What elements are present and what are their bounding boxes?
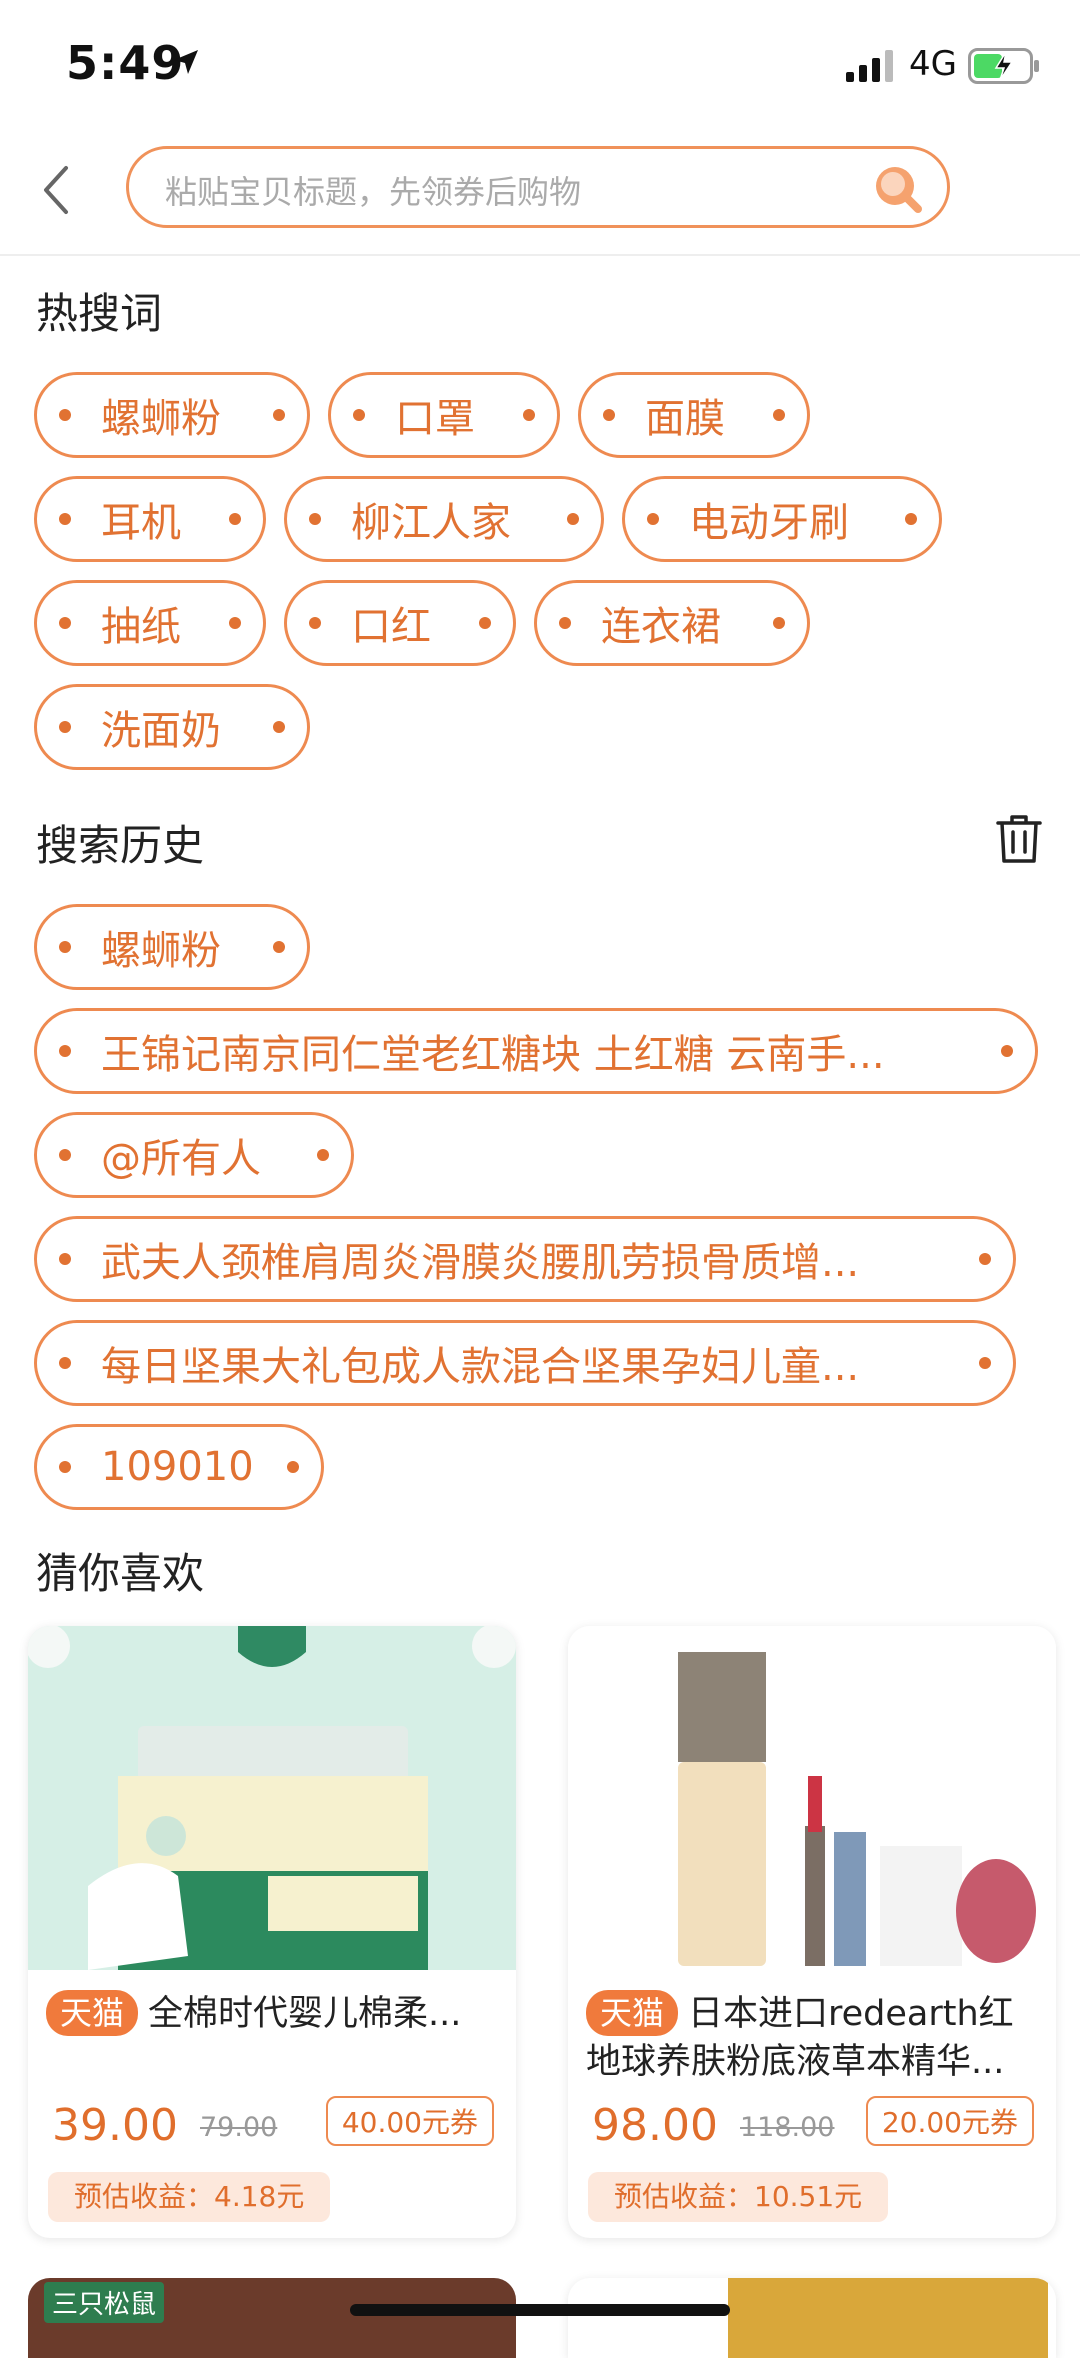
back-icon[interactable] <box>36 160 76 220</box>
chip-dot <box>1001 1045 1013 1057</box>
chip-dot <box>353 409 365 421</box>
product-image <box>28 1626 516 1970</box>
tmall-badge: 天猫 <box>586 1990 679 2036</box>
chip-dot <box>59 1357 71 1369</box>
status-bar: 5:49 4G <box>0 0 1080 130</box>
history-chip[interactable]: 武夫人颈椎肩周炎滑膜炎腰肌劳损骨质增... <box>34 1216 1016 1302</box>
brand-logo: 三只松鼠 <box>44 2282 165 2323</box>
hot-search-chip[interactable]: 螺蛳粉 <box>34 372 310 458</box>
chip-dot <box>59 1045 71 1057</box>
search-icon[interactable] <box>873 164 923 214</box>
chip-dot <box>273 409 285 421</box>
product-title: 天猫 日本进口redearth红地球养肤粉底液草本精华... <box>586 1990 1042 2086</box>
coupon-tag[interactable]: 40.00元券 <box>325 2096 494 2146</box>
product-card-partial[interactable]: 三只松鼠 <box>28 2278 516 2358</box>
product-title: 天猫 全棉时代婴儿棉柔... <box>46 1990 502 2038</box>
chip-dot <box>229 513 241 525</box>
coupon-tag[interactable]: 20.00元券 <box>865 2096 1034 2146</box>
original-price: 118.00 <box>740 2112 835 2143</box>
history-chip[interactable]: 螺蛳粉 <box>34 904 310 990</box>
chip-dot <box>59 617 71 629</box>
network-type: 4G <box>909 44 957 84</box>
chip-dot <box>59 409 71 421</box>
hot-search-chip[interactable]: 连衣裙 <box>534 580 810 666</box>
chip-dot <box>479 617 491 629</box>
estimated-earnings: 预估收益：4.18元 <box>48 2172 331 2222</box>
product-price: 98.00 <box>592 2100 718 2151</box>
product-image <box>568 1626 1056 1970</box>
estimated-earnings: 预估收益：10.51元 <box>588 2172 889 2222</box>
signal-icon <box>846 50 893 82</box>
history-chip[interactable]: 109010 <box>34 1424 324 1510</box>
product-image-partial <box>728 2278 1048 2358</box>
chip-dot <box>773 409 785 421</box>
chip-dot <box>59 1149 71 1161</box>
chip-dot <box>647 513 659 525</box>
recommend-title: 猜你喜欢 <box>36 1549 205 1598</box>
chip-dot <box>773 617 785 629</box>
hot-search-chip[interactable]: 耳机 <box>34 476 266 562</box>
hot-search-chip[interactable]: 口红 <box>284 580 516 666</box>
hot-search-chip[interactable]: 柳江人家 <box>284 476 604 562</box>
chip-dot <box>309 513 321 525</box>
battery-icon <box>968 48 1039 84</box>
hot-search-chip[interactable]: 电动牙刷 <box>622 476 942 562</box>
search-placeholder: 粘贴宝贝标题，先领券后购物 <box>165 173 582 211</box>
chip-dot <box>273 941 285 953</box>
home-indicator <box>350 2304 730 2316</box>
search-history-title: 搜索历史 <box>36 821 205 870</box>
chip-dot <box>567 513 579 525</box>
hot-search-title: 热搜词 <box>36 289 163 338</box>
history-chip[interactable]: @所有人 <box>34 1112 354 1198</box>
chip-dot <box>59 513 71 525</box>
chip-dot <box>59 721 71 733</box>
chip-dot <box>317 1149 329 1161</box>
search-input[interactable]: 粘贴宝贝标题，先领券后购物 <box>126 146 950 228</box>
chip-dot <box>905 513 917 525</box>
chip-dot <box>59 941 71 953</box>
hot-search-chip[interactable]: 抽纸 <box>34 580 266 666</box>
chip-dot <box>229 617 241 629</box>
original-price: 79.00 <box>200 2112 278 2143</box>
history-chip[interactable]: 每日坚果大礼包成人款混合坚果孕妇儿童... <box>34 1320 1016 1406</box>
chip-dot <box>273 721 285 733</box>
chip-dot <box>309 617 321 629</box>
product-card[interactable]: 天猫 日本进口redearth红地球养肤粉底液草本精华... 98.00 118.… <box>568 1626 1056 2238</box>
history-chip[interactable]: 王锦记南京同仁堂老红糖块 土红糖 云南手... <box>34 1008 1038 1094</box>
location-arrow-icon <box>174 50 198 74</box>
search-header: 粘贴宝贝标题，先领券后购物 <box>0 130 1080 256</box>
hot-search-chip[interactable]: 口罩 <box>328 372 560 458</box>
chip-dot <box>559 617 571 629</box>
chip-dot <box>603 409 615 421</box>
product-card[interactable]: 天猫 全棉时代婴儿棉柔... 39.00 79.00 40.00元券 预估收益：4… <box>28 1626 516 2238</box>
product-card-partial[interactable] <box>568 2278 1056 2358</box>
chip-dot <box>59 1461 71 1473</box>
chip-dot <box>523 409 535 421</box>
tmall-badge: 天猫 <box>46 1990 139 2036</box>
hot-search-chip[interactable]: 面膜 <box>578 372 810 458</box>
product-price: 39.00 <box>52 2100 178 2151</box>
status-time: 5:49 <box>66 36 185 90</box>
trash-icon[interactable] <box>996 814 1042 864</box>
chip-dot <box>59 1253 71 1265</box>
chip-dot <box>979 1357 991 1369</box>
chip-dot <box>979 1253 991 1265</box>
chip-dot <box>287 1461 299 1473</box>
hot-search-chip[interactable]: 洗面奶 <box>34 684 310 770</box>
